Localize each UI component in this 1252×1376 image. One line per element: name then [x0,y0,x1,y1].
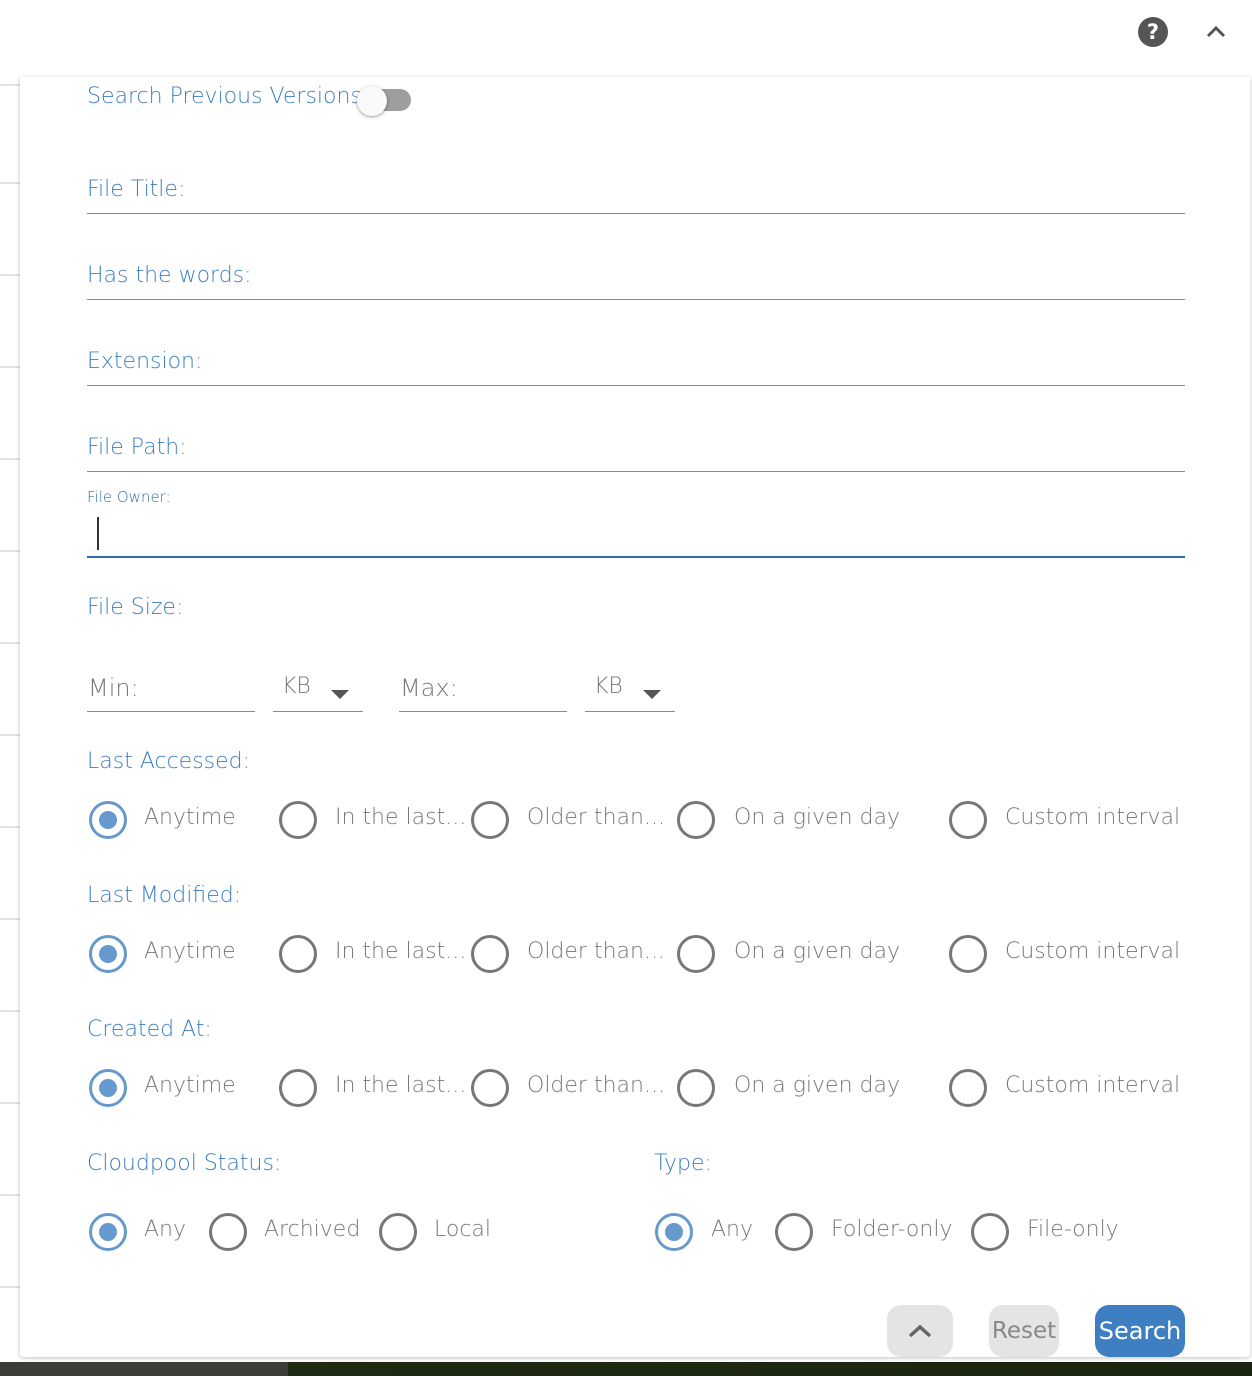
has-words-label: Has the words: [87,263,252,288]
caret-down-icon [643,690,661,699]
search-button[interactable]: Search [1095,1305,1185,1357]
cloudpool-status-radio[interactable] [209,1213,247,1251]
text-cursor [97,517,99,550]
last-accessed-label: Last Accessed: [87,749,251,774]
cloudpool-status-option-label[interactable]: Local [434,1217,491,1242]
type-option-label[interactable]: Any [711,1217,753,1242]
max-unit-underline [585,711,675,712]
cloudpool-status-radio[interactable] [379,1213,417,1251]
type-option-label[interactable]: Folder-only [831,1217,952,1242]
reset-button[interactable]: Reset [989,1305,1059,1357]
file-path-label: File Path: [87,435,187,460]
file-title-input[interactable] [87,213,1185,214]
extension-label: Extension: [87,349,203,374]
min-size-input[interactable]: Min: [88,674,139,702]
created-at-option-label[interactable]: Custom interval [1005,1073,1180,1098]
last-accessed-radio[interactable] [279,801,317,839]
question-circle-icon[interactable]: ? [1137,16,1169,48]
extension-input[interactable] [87,385,1185,386]
last-modified-label: Last Modified: [87,883,242,908]
last-modified-option-label[interactable]: Older than... [527,939,665,964]
max-size-underline [399,711,567,712]
type-radio[interactable] [655,1213,693,1251]
chevron-up-icon[interactable] [1205,23,1227,39]
last-accessed-radio[interactable] [89,801,127,839]
last-accessed-radio[interactable] [471,801,509,839]
divider [0,642,22,644]
last-modified-radio[interactable] [471,935,509,973]
divider [0,1286,22,1288]
last-accessed-radio[interactable] [949,801,987,839]
divider [0,826,22,828]
divider [0,1194,22,1196]
min-unit-select[interactable]: KB [282,674,311,699]
created-at-radio[interactable] [677,1069,715,1107]
chevron-up-icon [908,1324,932,1338]
type-radio[interactable] [971,1213,1009,1251]
last-modified-radio[interactable] [279,935,317,973]
file-owner-input[interactable] [87,556,1185,558]
created-at-radio[interactable] [949,1069,987,1107]
search-previous-versions-label: Search Previous Versions: [87,84,370,109]
created-at-option-label[interactable]: Older than... [527,1073,665,1098]
min-size-underline [87,711,255,712]
type-option-label[interactable]: File-only [1027,1217,1119,1242]
created-at-option-label[interactable]: On a given day [734,1073,900,1098]
cloudpool-status-label: Cloudpool Status: [87,1151,282,1176]
search-previous-versions-toggle[interactable] [357,86,413,116]
caret-down-icon [331,690,349,699]
divider [0,182,22,184]
last-modified-radio[interactable] [677,935,715,973]
file-title-label: File Title: [87,177,186,202]
divider [0,84,22,86]
divider [0,550,22,552]
divider [0,366,22,368]
last-modified-radio[interactable] [949,935,987,973]
last-modified-option-label[interactable]: Custom interval [1005,939,1180,964]
divider [0,458,22,460]
file-path-input[interactable] [87,471,1185,472]
cloudpool-status-radio[interactable] [89,1213,127,1251]
last-accessed-option-label[interactable]: Anytime [144,805,236,830]
cloudpool-status-option-label[interactable]: Archived [264,1217,360,1242]
divider [0,274,22,276]
file-size-label: File Size: [87,595,184,620]
collapse-button[interactable] [887,1305,953,1357]
last-accessed-option-label[interactable]: Older than... [527,805,665,830]
type-radio[interactable] [775,1213,813,1251]
svg-text:?: ? [1147,20,1159,44]
created-at-radio[interactable] [279,1069,317,1107]
created-at-label: Created At: [87,1017,212,1042]
created-at-radio[interactable] [89,1069,127,1107]
min-unit-underline [273,711,363,712]
max-unit-select[interactable]: KB [594,674,623,699]
max-size-input[interactable]: Max: [400,674,458,702]
divider [0,1010,22,1012]
last-accessed-option-label[interactable]: On a given day [734,805,900,830]
type-label: Type: [654,1151,712,1176]
last-accessed-option-label[interactable]: Custom interval [1005,805,1180,830]
divider [0,918,22,920]
has-words-input[interactable] [87,299,1185,300]
background-page [0,80,22,1362]
divider [0,734,22,736]
file-owner-label: File Owner: [87,488,171,506]
last-accessed-radio[interactable] [677,801,715,839]
last-modified-radio[interactable] [89,935,127,973]
divider [0,1102,22,1104]
created-at-option-label[interactable]: In the last... [335,1073,466,1098]
created-at-radio[interactable] [471,1069,509,1107]
last-modified-option-label[interactable]: On a given day [734,939,900,964]
last-modified-option-label[interactable]: Anytime [144,939,236,964]
last-modified-option-label[interactable]: In the last... [335,939,466,964]
taskbar-background [0,1362,1252,1376]
last-accessed-option-label[interactable]: In the last... [335,805,466,830]
cloudpool-status-option-label[interactable]: Any [144,1217,186,1242]
created-at-option-label[interactable]: Anytime [144,1073,236,1098]
